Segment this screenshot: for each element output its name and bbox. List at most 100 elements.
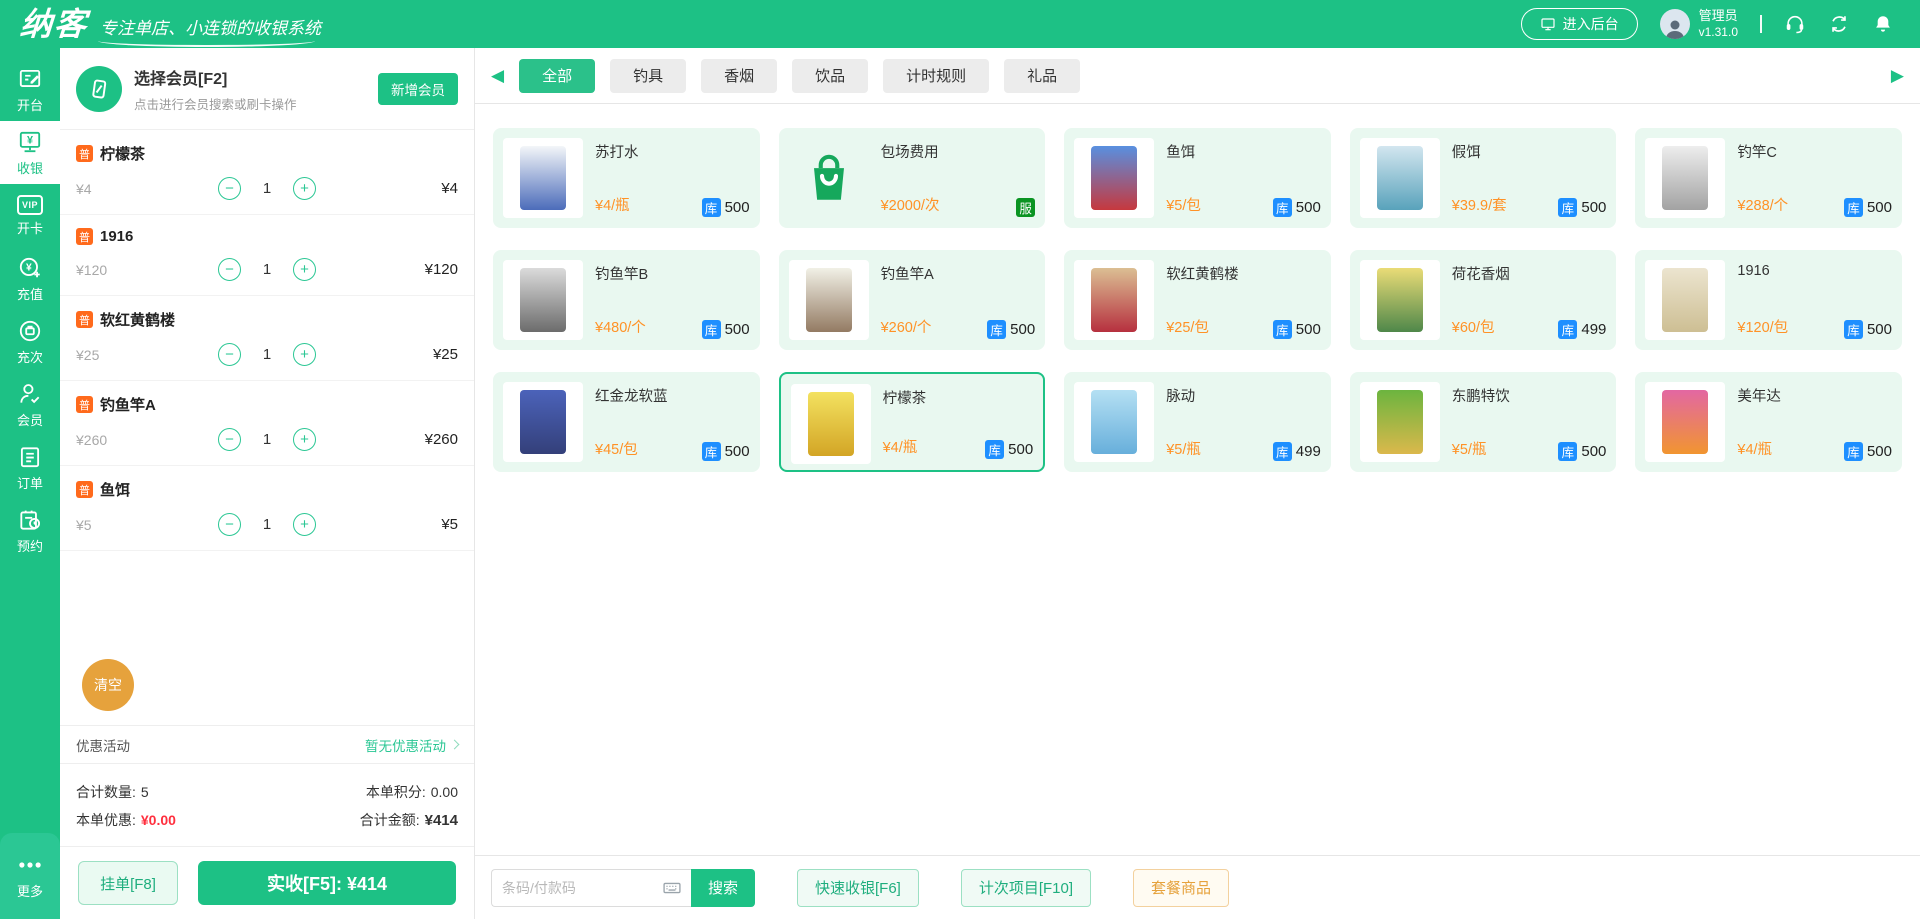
product-card[interactable]: 钓鱼竿A ¥260/个 库500	[779, 250, 1046, 350]
times-item-button[interactable]: 计次项目[F10]	[961, 869, 1091, 907]
keyboard-icon[interactable]	[662, 878, 682, 898]
increase-qty-button[interactable]: +	[293, 177, 316, 200]
product-price: ¥5/包	[1166, 194, 1201, 215]
summary-qty-label: 合计数量:	[76, 782, 136, 802]
product-card[interactable]: 苏打水 ¥4/瓶 库500	[493, 128, 760, 228]
product-card[interactable]: 脉动 ¥5/瓶 库499	[1064, 372, 1331, 472]
decrease-qty-button[interactable]: −	[218, 428, 241, 451]
enter-backend-button[interactable]: 进入后台	[1521, 8, 1638, 40]
cart-item[interactable]: 普鱼饵 ¥5 − 1 + ¥5	[60, 466, 474, 551]
tabs-scroll-right-icon[interactable]: ▶	[1891, 67, 1904, 84]
product-image	[789, 260, 869, 340]
increase-qty-button[interactable]: +	[293, 428, 316, 451]
product-card[interactable]: 软红黄鹤楼 ¥25/包 库500	[1064, 250, 1331, 350]
increase-qty-button[interactable]: +	[293, 343, 316, 366]
product-image	[791, 384, 871, 464]
increase-qty-button[interactable]: +	[293, 258, 316, 281]
product-card[interactable]: 钓竿C ¥288/个 库500	[1635, 128, 1902, 228]
cart-item-qty: 1	[241, 516, 293, 533]
product-card-selected[interactable]: 柠檬茶 ¥4/瓶 库500	[779, 372, 1046, 472]
product-grid: 苏打水 ¥4/瓶 库500 包场费用 ¥2000/次 服 鱼饵 ¥5/包	[475, 104, 1920, 855]
sidebar-item-booking[interactable]: 预约	[0, 499, 60, 562]
sidebar-item-label: 订单	[17, 473, 43, 492]
product-stock: 库500	[1273, 198, 1321, 217]
promo-value-text: 暂无优惠活动	[365, 735, 446, 755]
cart-item[interactable]: 普柠檬茶 ¥4 − 1 + ¥4	[60, 130, 474, 215]
sync-icon[interactable]	[1828, 13, 1850, 35]
product-stock: 库500	[1844, 198, 1892, 217]
sidebar-item-recharge-times[interactable]: 充次	[0, 310, 60, 373]
search-button[interactable]: 搜索	[691, 869, 755, 907]
product-image	[789, 138, 869, 218]
product-card[interactable]: 东鹏特饮 ¥5/瓶 库500	[1350, 372, 1617, 472]
product-price: ¥120/包	[1737, 316, 1788, 337]
tab-all[interactable]: 全部	[519, 59, 595, 93]
recharge-icon: ¥	[17, 255, 43, 281]
stock-count: 500	[1008, 441, 1033, 458]
cart-item[interactable]: 普1916 ¥120 − 1 + ¥120	[60, 215, 474, 296]
tab-timing-rules[interactable]: 计时规则	[883, 59, 989, 93]
tab-fishing-gear[interactable]: 钓具	[610, 59, 686, 93]
select-member-area[interactable]: 选择会员[F2] 点击进行会员搜索或刷卡操作 新增会员	[60, 48, 474, 130]
sidebar-item-label: 预约	[17, 536, 43, 555]
product-card[interactable]: 包场费用 ¥2000/次 服	[779, 128, 1046, 228]
decrease-qty-button[interactable]: −	[218, 513, 241, 536]
shopping-bag-icon	[798, 147, 860, 209]
sidebar-item-orders[interactable]: 订单	[0, 436, 60, 499]
vip-card-icon: VIP	[17, 195, 43, 215]
cart-item[interactable]: 普软红黄鹤楼 ¥25 − 1 + ¥25	[60, 296, 474, 381]
sidebar-item-more[interactable]: 更多	[0, 833, 60, 919]
product-card[interactable]: 钓鱼竿B ¥480/个 库500	[493, 250, 760, 350]
product-image	[1074, 138, 1154, 218]
product-card[interactable]: 荷花香烟 ¥60/包 库499	[1350, 250, 1617, 350]
decrease-qty-button[interactable]: −	[218, 177, 241, 200]
sidebar-item-recharge[interactable]: ¥ 充值	[0, 247, 60, 310]
sidebar-item-vip-card[interactable]: VIP 开卡	[0, 184, 60, 247]
promo-value-link[interactable]: 暂无优惠活动	[365, 735, 458, 755]
cart-item[interactable]: 普钓鱼竿A ¥260 − 1 + ¥260	[60, 381, 474, 466]
select-member-subtitle: 点击进行会员搜索或刷卡操作	[134, 94, 297, 113]
add-member-button[interactable]: 新增会员	[378, 73, 458, 105]
quick-cashier-button[interactable]: 快速收银[F6]	[797, 869, 919, 907]
hold-order-button[interactable]: 挂单[F8]	[78, 861, 178, 905]
tab-cigarettes[interactable]: 香烟	[701, 59, 777, 93]
sidebar-item-cashier[interactable]: ¥ 收银	[0, 121, 60, 184]
sidebar-item-open-table[interactable]: 开台	[0, 58, 60, 121]
tab-drinks[interactable]: 饮品	[792, 59, 868, 93]
product-name: 鱼饵	[1166, 141, 1321, 162]
product-stock: 库500	[1558, 442, 1606, 461]
barcode-input[interactable]	[491, 869, 691, 907]
decrease-qty-button[interactable]: −	[218, 258, 241, 281]
sidebar-item-label: 开卡	[17, 218, 43, 237]
increase-qty-button[interactable]: +	[293, 513, 316, 536]
cart-item-total: ¥4	[316, 180, 458, 197]
sidebar-item-label: 更多	[17, 881, 43, 900]
pos-app: 纳客 专注单店、小连锁的收银系统 进入后台 管理员 v1.31.0	[0, 0, 1920, 919]
product-card[interactable]: 美年达 ¥4/瓶 库500	[1635, 372, 1902, 472]
product-card[interactable]: 红金龙软蓝 ¥45/包 库500	[493, 372, 760, 472]
customer-service-icon[interactable]	[1784, 13, 1806, 35]
pay-button[interactable]: 实收[F5]: ¥414	[198, 861, 456, 905]
decrease-qty-button[interactable]: −	[218, 343, 241, 366]
product-card[interactable]: 鱼饵 ¥5/包 库500	[1064, 128, 1331, 228]
stock-badge: 库	[1273, 442, 1292, 461]
notification-bell-icon[interactable]	[1872, 13, 1894, 35]
tabs-scroll-left-icon[interactable]: ◀	[491, 67, 504, 84]
product-image	[1645, 138, 1725, 218]
cart-item-price: ¥4	[76, 181, 218, 197]
product-card[interactable]: 1916 ¥120/包 库500	[1635, 250, 1902, 350]
clear-cart-button[interactable]: 清空	[82, 659, 134, 711]
product-image	[1645, 260, 1725, 340]
sidebar-item-label: 会员	[17, 410, 43, 429]
cart-item-qty: 1	[241, 261, 293, 278]
product-card[interactable]: 假饵 ¥39.9/套 库500	[1350, 128, 1617, 228]
tab-gifts[interactable]: 礼品	[1004, 59, 1080, 93]
user-meta: 管理员 v1.31.0	[1699, 8, 1738, 40]
cart-item-qty: 1	[241, 346, 293, 363]
avatar	[1660, 9, 1690, 39]
stock-badge: 库	[702, 198, 721, 217]
sidebar-item-members[interactable]: 会员	[0, 373, 60, 436]
user-info[interactable]: 管理员 v1.31.0	[1660, 8, 1738, 40]
product-stock: 库500	[1558, 198, 1606, 217]
combo-products-button[interactable]: 套餐商品	[1133, 869, 1229, 907]
